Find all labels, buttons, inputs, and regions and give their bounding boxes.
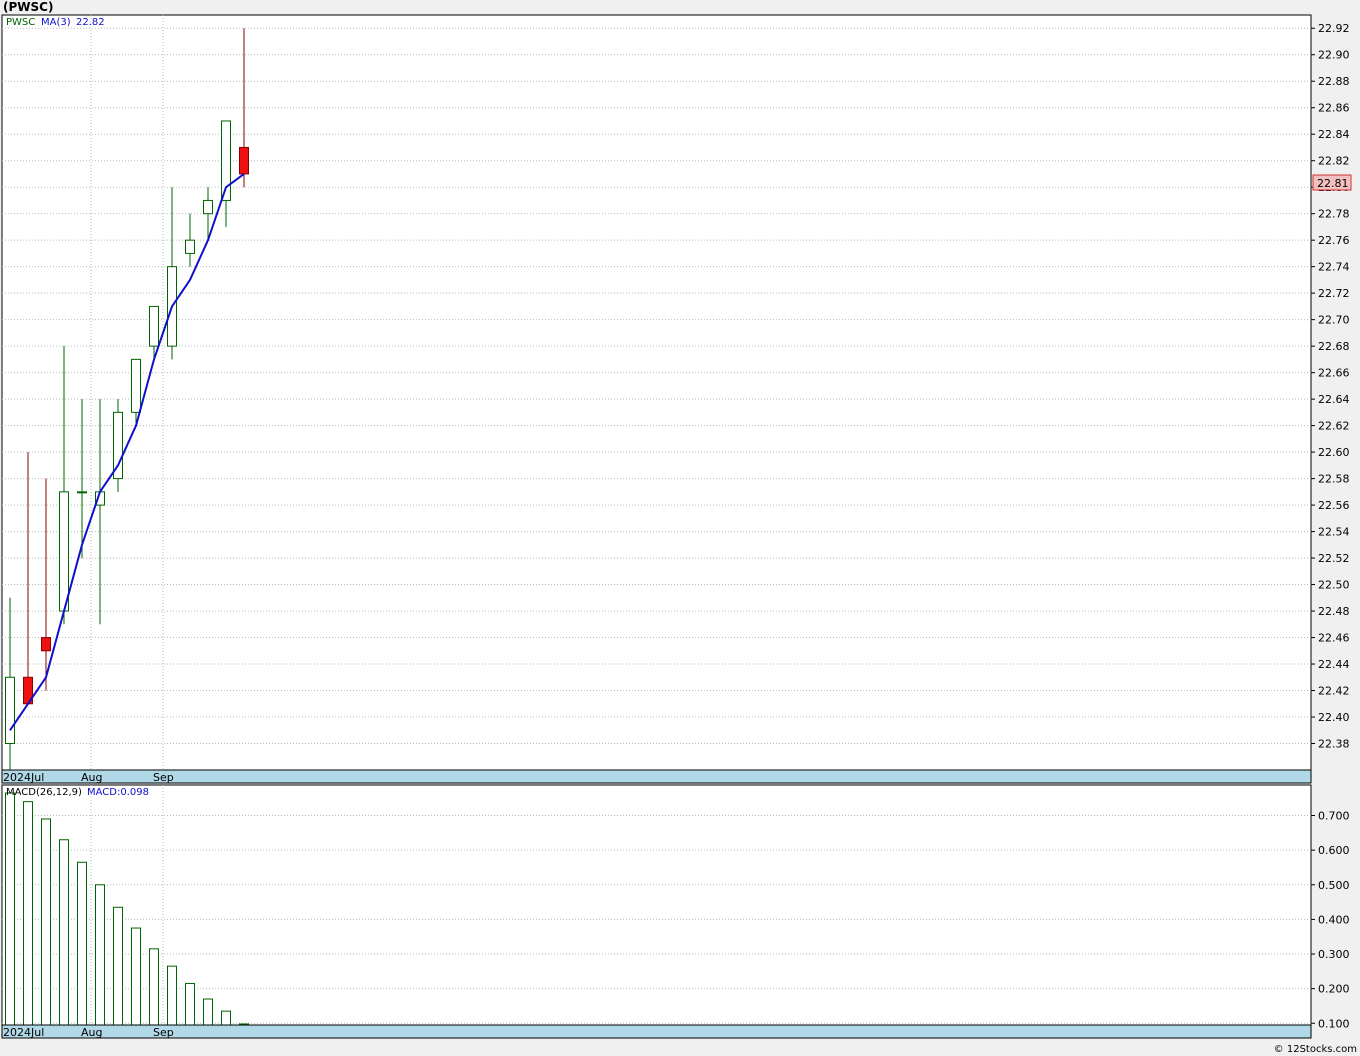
price-panel [1,14,1312,771]
price-y-tick-label: 22.60 [1318,446,1350,459]
price-y-tick-label: 22.38 [1318,738,1350,751]
price-y-axis: 22.38 22.40 22.42 22.44 22.46 22.48 22.50 22.52… [1311,22,1350,751]
price-y-tick-label: 22.54 [1318,526,1350,539]
macd-bar [221,1010,231,1026]
price-y-tick-label: 22.82 [1318,155,1350,168]
macd-y-tick-label: 0.700 [1318,810,1350,823]
price-x-tick-label: 2024Jul [3,771,44,784]
price-y-tick-label: 22.72 [1318,287,1350,300]
macd-time-bar [1,1024,1312,1039]
candle-body [203,199,213,215]
last-price-marker: 22.81 [1312,174,1352,191]
price-y-tick-label: 22.66 [1318,367,1350,380]
price-y-tick-label: 22.68 [1318,340,1350,353]
price-y-tick-label: 22.78 [1318,208,1350,221]
price-y-tick-label: 22.58 [1318,473,1350,486]
macd-x-tick-label: Aug [81,1026,102,1039]
candle-body [41,637,51,652]
macd-legend-name: MACD(26,12,9) [6,787,82,798]
price-legend-ma-label: MA(3) [41,17,71,28]
candle-body [149,305,159,347]
macd-bar [77,861,87,1026]
macd-bar [95,884,105,1026]
chart-canvas: (PWSC) 22.3822.4022.4222.4422.4622.4822.… [1,0,1357,1055]
macd-y-axis: 0.100 0.200 0.300 0.400 0.500 0.600 0.700 [1311,810,1350,1030]
price-legend-ma-value: 22.82 [76,17,105,28]
price-y-tick-label: 22.74 [1318,261,1350,274]
price-x-tick-label: Aug [81,771,102,784]
price-y-tick-label: 22.40 [1318,711,1350,724]
price-legend-ticker: PWSC [6,17,35,28]
macd-y-tick-label: 0.100 [1318,1017,1350,1030]
price-y-tick-label: 22.84 [1318,128,1350,141]
price-x-tick-label: Sep [153,771,174,784]
macd-y-tick-label: 0.300 [1318,948,1350,961]
credit-text: © 12Stocks.com [1274,1044,1357,1055]
price-y-tick-label: 22.56 [1318,499,1350,512]
price-y-tick-label: 22.46 [1318,632,1350,645]
macd-x-tick-label: Sep [153,1026,174,1039]
macd-legend-value: MACD:0.098 [87,787,149,798]
candle-body [185,239,195,254]
macd-y-tick-label: 0.200 [1318,983,1350,996]
macd-bar [23,801,33,1026]
price-y-tick-label: 22.76 [1318,234,1350,247]
price-y-tick-label: 22.42 [1318,685,1350,698]
candle-body [131,358,141,413]
macd-bar [203,998,213,1026]
price-y-tick-label: 22.48 [1318,605,1350,618]
price-time-bar [1,769,1312,784]
price-y-tick-label: 22.64 [1318,393,1350,406]
macd-bar [41,818,51,1026]
macd-bar [167,965,177,1026]
candle-body [5,676,15,745]
price-y-tick-label: 22.62 [1318,420,1350,433]
price-y-tick-label: 22.50 [1318,579,1350,592]
chart-title: (PWSC) [3,0,53,14]
candle-body [77,491,87,494]
macd-bar [59,839,69,1026]
price-y-tick-label: 22.52 [1318,552,1350,565]
macd-y-tick-label: 0.600 [1318,844,1350,857]
price-y-tick-label: 22.88 [1318,75,1350,88]
candle-body [59,491,69,612]
macd-bar [185,982,195,1026]
macd-bar [113,906,123,1026]
price-y-tick-label: 22.70 [1318,314,1350,327]
price-y-tick-label: 22.44 [1318,658,1350,671]
macd-y-tick-label: 0.400 [1318,913,1350,926]
macd-bar [131,927,141,1026]
last-price-label: 22.81 [1317,177,1349,190]
macd-y-tick-label: 0.500 [1318,879,1350,892]
price-y-tick-label: 22.86 [1318,102,1350,115]
macd-x-tick-label: 2024Jul [3,1026,44,1039]
macd-bar [5,792,15,1026]
candle-body [239,146,249,175]
candle-up [113,399,123,492]
macd-bar [149,948,159,1026]
price-y-tick-label: 22.90 [1318,49,1350,62]
price-y-tick-label: 22.92 [1318,22,1350,35]
